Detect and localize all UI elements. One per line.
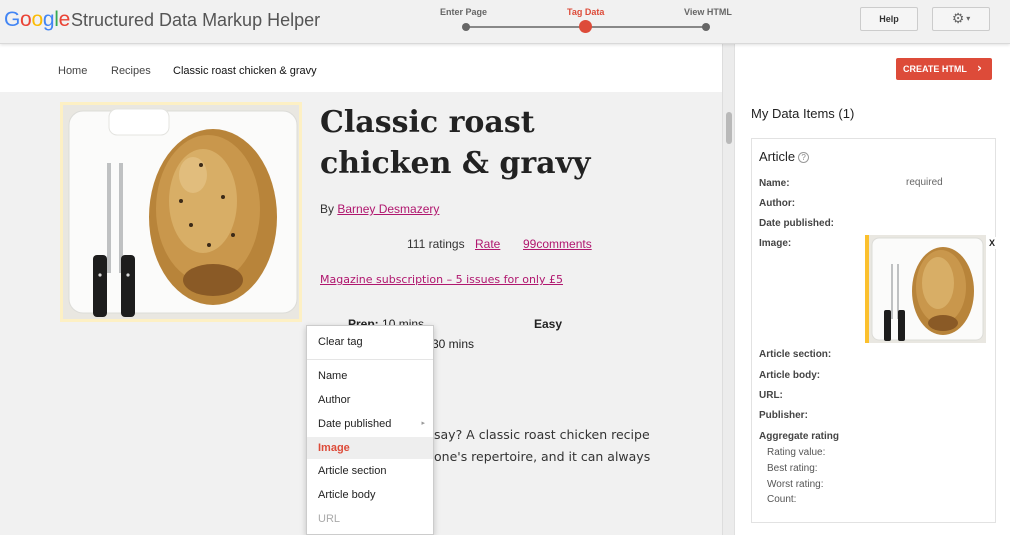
menu-item-image[interactable]: Image [307,437,433,459]
item-type-label: Article [759,149,796,164]
field-rating-value[interactable]: Rating value: [767,447,825,458]
step-dot-tag-data [579,20,592,33]
breadcrumb: Home Recipes Classic roast chicken & gra… [0,44,722,92]
required-hint: required [906,177,943,188]
google-logo: Google [4,7,70,33]
help-icon[interactable]: ? [798,152,810,163]
scrollbar-thumb[interactable] [726,112,732,144]
menu-item-article-section[interactable]: Article section [307,460,433,482]
chicken-photo [63,105,299,319]
gear-icon: ⚙ [951,11,965,27]
menu-item-clear-tag[interactable]: Clear tag [307,331,433,353]
settings-button[interactable]: ⚙ ▾ [932,7,990,31]
logo-letter: o [31,8,43,31]
logo-letter: g [42,8,55,31]
logo-letter: e [58,8,71,31]
comments-link[interactable]: 99comments [523,237,592,251]
field-article-body[interactable]: Article body: [759,370,820,381]
help-button[interactable]: Help [860,7,918,31]
chevron-down-icon: ▾ [966,14,971,23]
step-dot-enter-page [462,23,470,31]
menu-item-label: Date published [318,418,392,430]
breadcrumb-home[interactable]: Home [58,65,87,77]
step-dot-view-html [702,23,710,31]
create-html-label: CREATE HTML [903,64,967,74]
recipe-byline: By Barney Desmazery [320,202,439,216]
field-worst-rating[interactable]: Worst rating: [767,479,824,490]
ratings-count: 111 ratings [407,237,465,251]
field-article-section[interactable]: Article section: [759,349,831,360]
description-line: say? A classic roast chicken recipe [434,427,650,442]
logo-letter: o [20,8,32,31]
app-header: Google Structured Data Markup Helper Ent… [0,0,1010,44]
content-scrollbar[interactable] [722,44,734,535]
progress-steps: Enter Page Tag Data View HTML [440,0,740,44]
description-line: one's repertoire, and it can always [434,449,651,464]
cook-time: 30 mins [432,337,475,351]
field-count[interactable]: Count: [767,494,796,505]
field-publisher[interactable]: Publisher: [759,410,808,421]
app-title: Structured Data Markup Helper [71,10,321,30]
submenu-arrow-icon: ▸ [421,420,425,427]
menu-item-date-published[interactable]: Date published ▸ [307,413,433,435]
step-view-html[interactable]: View HTML [684,7,732,17]
menu-item-name[interactable]: Name [307,365,433,387]
recipe-description: say? A classic roast chicken recipe one'… [434,424,684,468]
menu-divider [307,359,433,360]
field-date-published[interactable]: Date published: [759,218,834,229]
tagged-image-thumbnail[interactable] [865,235,986,343]
field-best-rating[interactable]: Best rating: [767,463,818,474]
difficulty: Easy [534,317,563,331]
field-author[interactable]: Author: [759,198,795,209]
tag-context-menu: Clear tag Name Author Date published ▸ I… [306,325,434,535]
create-html-button[interactable]: CREATE HTML › [896,58,992,80]
magazine-subscription-link[interactable]: Magazine subscription – 5 issues for onl… [320,273,563,286]
data-item-card: Article? required Name: Author: Date pub… [751,138,998,523]
step-tag-data[interactable]: Tag Data [567,7,604,17]
menu-item-url: URL [318,513,341,525]
recipe-title: Classic roast chicken & gravy [320,105,591,181]
field-url[interactable]: URL: [759,390,783,401]
remove-image-icon[interactable]: X [986,237,998,249]
breadcrumb-recipes[interactable]: Recipes [111,65,151,77]
field-name[interactable]: Name: [759,178,790,189]
chevron-right-icon: › [977,61,982,75]
field-image[interactable]: Image: [759,238,791,249]
panel-title: My Data Items (1) [751,106,855,121]
rate-link[interactable]: Rate [475,237,500,251]
breadcrumb-current[interactable]: Classic roast chicken & gravy [173,65,317,77]
recipe-image[interactable] [60,102,302,322]
menu-item-author[interactable]: Author [307,389,433,411]
author-link[interactable]: Barney Desmazery [337,202,439,216]
item-type-title: Article? [759,149,810,164]
logo-letter: G [4,8,21,31]
menu-item-article-body[interactable]: Article body [307,484,433,506]
by-prefix: By [320,202,338,216]
step-enter-page[interactable]: Enter Page [440,7,487,17]
data-items-panel: CREATE HTML › My Data Items (1) Article?… [734,44,1010,535]
field-aggregate-rating[interactable]: Aggregate rating [759,431,839,442]
